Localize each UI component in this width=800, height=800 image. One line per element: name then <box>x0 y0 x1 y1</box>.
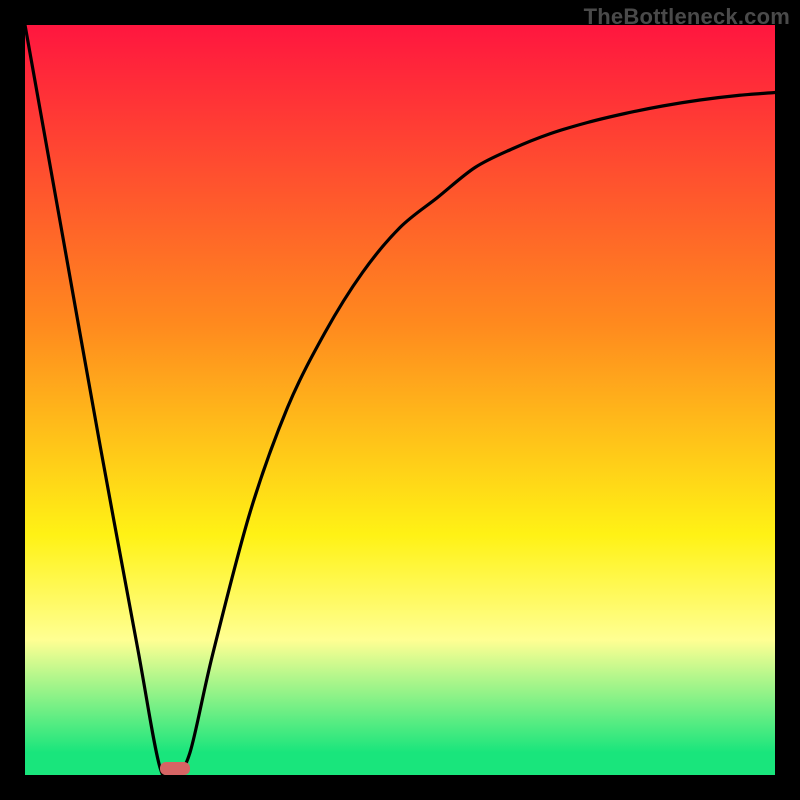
chart-frame <box>25 25 775 775</box>
gradient-background <box>25 25 775 775</box>
optimal-marker <box>160 762 190 775</box>
watermark-text: TheBottleneck.com <box>584 4 790 30</box>
bottleneck-chart <box>25 25 775 775</box>
